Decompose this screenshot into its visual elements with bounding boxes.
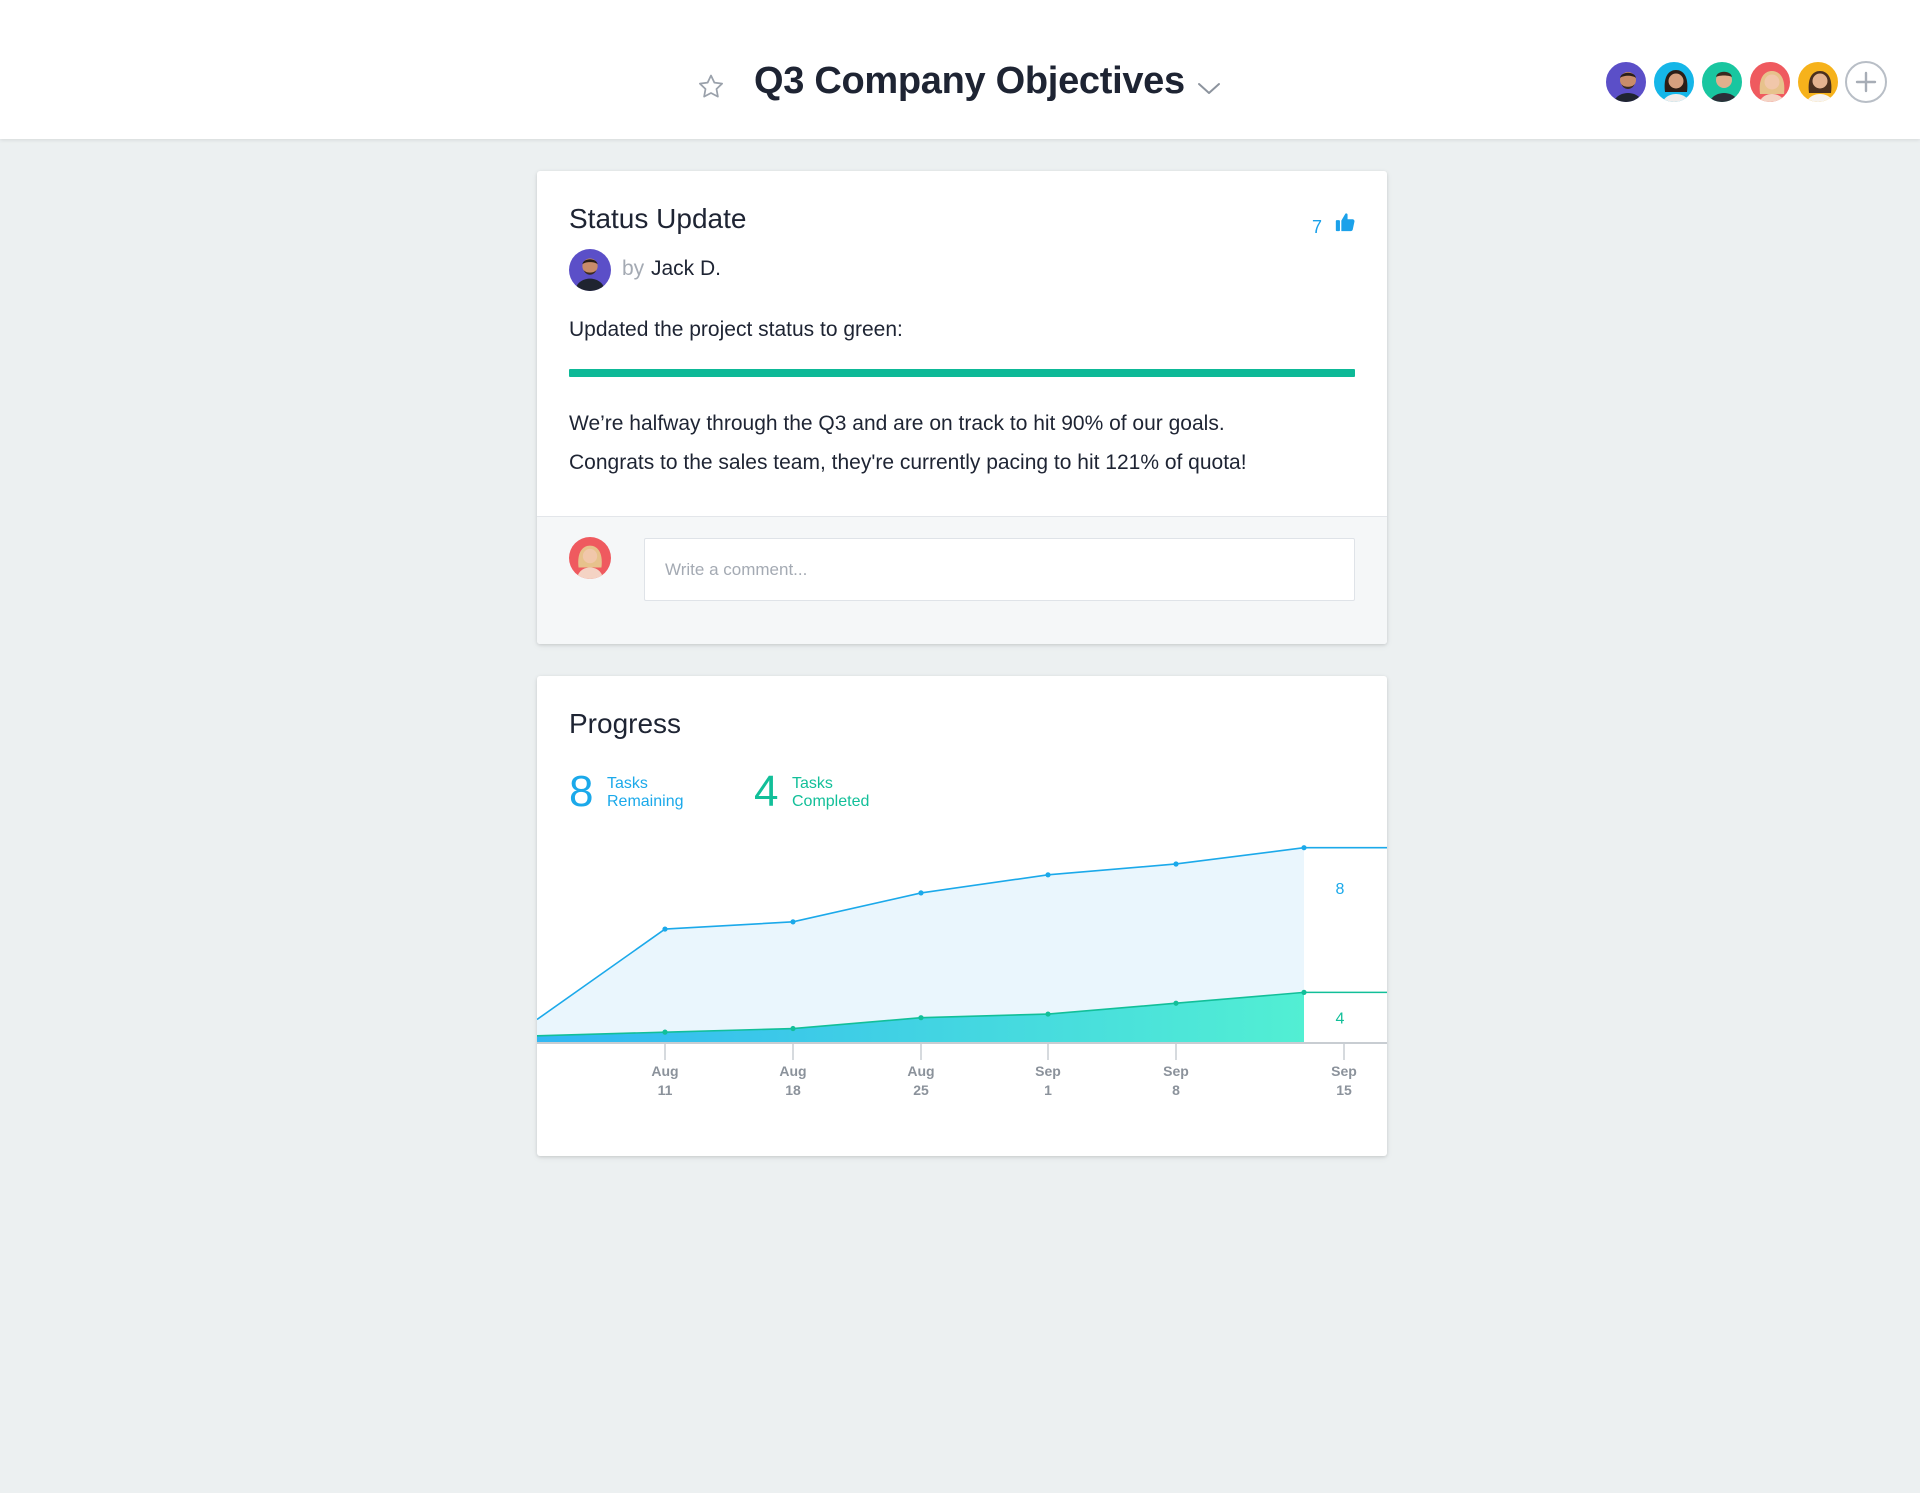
remaining-point [1173,861,1179,867]
like-count[interactable]: 7 [1312,217,1322,238]
commenter-avatar [569,537,611,579]
member-avatar[interactable] [1652,60,1696,104]
completed-point [918,1015,924,1021]
member-avatar[interactable] [1748,60,1792,104]
x-tick-label: 11 [658,1082,673,1098]
x-tick-label: 25 [913,1082,929,1098]
tasks-remaining-count: 8 [569,767,594,816]
remaining-point [1301,845,1307,851]
person-avatar-icon [1662,70,1690,102]
author-avatar[interactable] [569,249,611,291]
by-label: by [622,257,645,280]
remaining-point [790,919,796,925]
comment-input[interactable] [644,538,1355,601]
member-avatar[interactable] [1604,60,1648,104]
status-update-body: We’re halfway through the Q3 and are on … [569,404,1247,482]
person-avatar-icon [1709,71,1739,102]
comment-section [537,516,1387,644]
page-title: Q3 Company Objectives [754,60,1185,102]
x-tick-label: Sep [1163,1063,1189,1079]
x-tick-label: Aug [907,1063,934,1079]
status-update-title: Status Update [569,203,747,234]
plus-icon [1855,71,1877,93]
status-change-text: Updated the project status to green: [569,318,903,341]
x-tick-label: 15 [1336,1082,1352,1098]
x-tick-label: 18 [785,1082,801,1098]
completed-point [790,1025,796,1032]
progress-card: Progress 8 Tasks Remaining 4 Tasks Compl… [537,676,1387,1156]
remaining-end-label: 8 [1336,881,1345,898]
x-tick-label: 8 [1172,1082,1180,1098]
x-tick-label: Sep [1035,1063,1061,1079]
star-icon[interactable] [696,72,726,102]
completed-point [1301,989,1307,995]
remaining-point [918,890,924,896]
tasks-completed-count: 4 [754,767,779,816]
body-line: We’re halfway through the Q3 and are on … [569,412,1225,435]
completed-point [1173,1000,1179,1006]
tasks-completed-label: Tasks Completed [792,775,869,811]
remaining-point [662,926,668,932]
person-avatar-icon [1613,72,1643,102]
add-member-button[interactable] [1845,61,1887,103]
progress-chart: 8 4 Aug 11 Aug 18 Aug 25 Sep 1 Sep 8 Sep 15 [537,845,1387,1098]
tasks-remaining-label: Tasks Remaining [607,775,683,811]
progress-title: Progress [569,708,682,739]
person-avatar-icon [576,545,604,579]
thumbs-up-icon[interactable] [1334,211,1356,233]
completed-point [1045,1011,1051,1017]
legend-line: Tasks [792,775,833,792]
person-avatar-icon [1806,71,1834,102]
legend-line: Tasks [607,775,648,792]
body-line: Congrats to the sales team, they're curr… [569,451,1247,474]
x-tick-label: 1 [1044,1082,1052,1098]
header-bar: Q3 Company Objectives [0,0,1920,139]
member-avatar[interactable] [1796,60,1840,104]
remaining-point [1045,872,1051,878]
author-name[interactable]: Jack D. [651,257,721,281]
status-color-bar [569,369,1355,377]
x-tick-label: Aug [651,1063,678,1079]
chevron-down-icon[interactable] [1196,78,1222,98]
person-avatar-icon [574,258,606,291]
legend-line: Completed [792,793,870,810]
x-tick-label: Aug [779,1063,806,1079]
legend-line: Remaining [607,793,684,810]
completed-point [662,1029,668,1035]
completed-end-label: 4 [1336,1011,1345,1028]
member-avatar[interactable] [1700,60,1744,104]
x-tick-label: Sep [1331,1063,1357,1079]
person-avatar-icon [1759,71,1785,102]
status-update-card: Status Update 7 by Jack D. Updated the p… [537,171,1387,644]
